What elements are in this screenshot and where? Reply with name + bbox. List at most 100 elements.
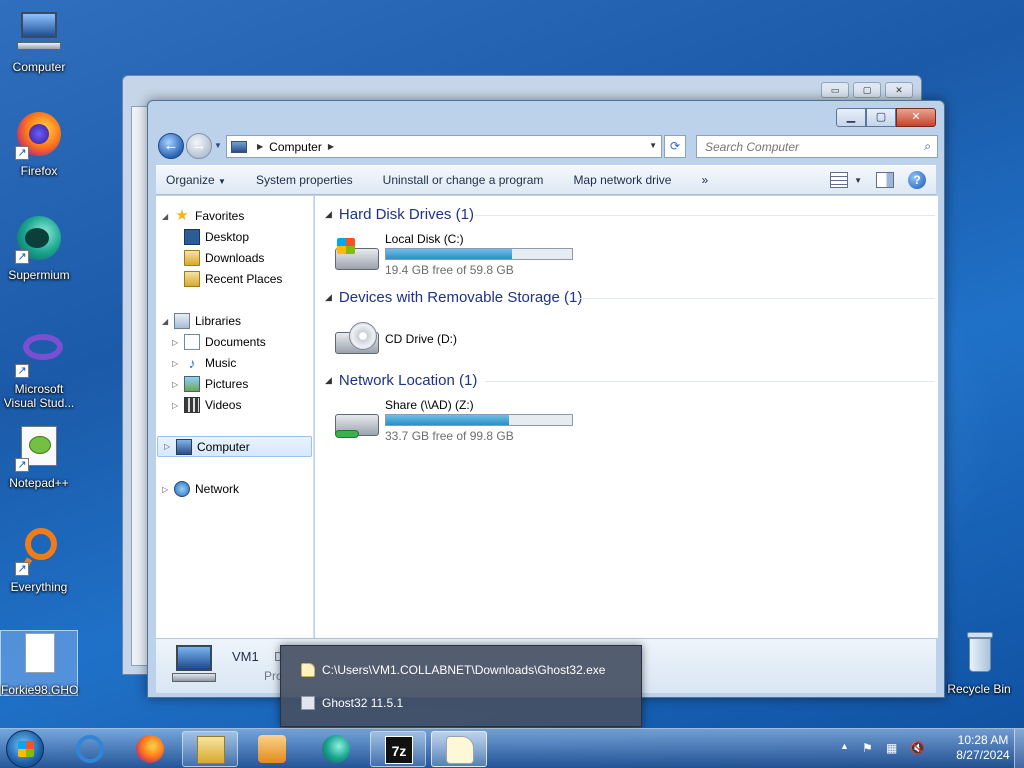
visual-studio-icon: ↗: [15, 330, 63, 378]
tree-item-network[interactable]: ▷ Network: [162, 479, 239, 499]
search-input[interactable]: [697, 136, 907, 157]
maximize-button[interactable]: ▢: [866, 108, 896, 127]
navigation-row: ← → ▼ ▶ Computer ▶ ▼ ⟳ ⌕: [156, 133, 938, 161]
search-icon[interactable]: ⌕: [924, 139, 931, 154]
show-hidden-icons-button[interactable]: ▲: [840, 741, 849, 751]
jump-list-item-file-path[interactable]: C:\Users\VM1.COLLABNET\Downloads\Ghost32…: [301, 663, 605, 677]
drive-free-space: 19.4 GB free of 59.8 GB: [385, 263, 514, 277]
cd-drive-icon: [333, 322, 383, 358]
recent-pages-dropdown[interactable]: ▼: [214, 141, 222, 150]
desktop-icon-label: Everything: [10, 580, 68, 594]
firefox-icon: ↗: [15, 112, 63, 160]
tree-item-favorites[interactable]: ◢ ★ Favorites: [162, 206, 244, 226]
change-view-button[interactable]: ▼: [830, 172, 862, 188]
explorer-window: ▁ ▢ ✕ ← → ▼ ▶ Computer ▶ ▼ ⟳ ⌕ Organize …: [147, 100, 945, 698]
close-icon[interactable]: ✕: [885, 82, 913, 98]
tree-item-pictures[interactable]: ▷ Pictures: [172, 374, 248, 394]
tree-item-label: Pictures: [205, 377, 249, 391]
collapse-arrow-icon[interactable]: ◢: [162, 317, 172, 326]
refresh-button[interactable]: ⟳: [664, 135, 686, 158]
desktop-icon-supermium[interactable]: ↗ Supermium: [0, 216, 78, 282]
tree-item-computer[interactable]: ▷ Computer: [157, 436, 312, 457]
system-properties-button[interactable]: System properties: [256, 173, 353, 187]
taskbar-7zip[interactable]: 7z: [370, 731, 426, 767]
tree-item-label: Computer: [197, 439, 250, 454]
jump-list-item-app[interactable]: Ghost32 11.5.1: [301, 696, 403, 710]
tree-item-libraries[interactable]: ◢ Libraries: [162, 311, 241, 331]
desktop-icon-label: Microsoft Visual Stud...: [3, 382, 75, 410]
show-desktop-button[interactable]: [1014, 729, 1024, 768]
preview-pane-button[interactable]: [876, 172, 894, 188]
shortcut-arrow-icon: ↗: [15, 562, 29, 576]
drive-local-disk-c[interactable]: Local Disk (C:) 19.4 GB free of 59.8 GB: [333, 232, 593, 282]
expand-arrow-icon[interactable]: ▷: [162, 485, 172, 494]
breadcrumb-separator-icon[interactable]: ▶: [257, 142, 263, 151]
minimize-button[interactable]: ▁: [836, 108, 866, 127]
desktop-icon-computer[interactable]: Computer: [0, 8, 78, 74]
expand-arrow-icon[interactable]: ▷: [172, 338, 182, 347]
collapse-arrow-icon[interactable]: ◢: [325, 292, 332, 303]
organize-label: Organize: [166, 173, 215, 187]
help-icon[interactable]: ?: [908, 171, 926, 189]
taskbar-media-player[interactable]: [244, 731, 300, 767]
breadcrumb-separator-icon[interactable]: ▶: [328, 142, 334, 151]
taskbar-ghost32[interactable]: [431, 731, 487, 767]
desktop-icon-forkie98-gho[interactable]: Forkie98.GHO: [0, 630, 78, 697]
tree-item-documents[interactable]: ▷ Documents: [172, 332, 266, 352]
group-header-network-location[interactable]: ◢ Network Location (1): [325, 372, 935, 389]
maximize-icon[interactable]: ▢: [853, 82, 881, 98]
expand-arrow-icon[interactable]: ▷: [172, 380, 182, 389]
group-header-hard-disk-drives[interactable]: ◢ Hard Disk Drives (1): [325, 206, 935, 223]
tree-item-videos[interactable]: ▷ Videos: [172, 395, 241, 415]
group-header-removable-storage[interactable]: ◢ Devices with Removable Storage (1): [325, 289, 935, 306]
collapse-arrow-icon[interactable]: ◢: [325, 209, 332, 220]
tree-item-label: Favorites: [195, 209, 245, 223]
drive-cd-d[interactable]: CD Drive (D:): [333, 316, 533, 366]
clock[interactable]: 10:28 AM 8/27/2024: [952, 733, 1014, 763]
desktop-icon: [184, 229, 200, 245]
address-bar[interactable]: ▶ Computer ▶ ▼: [226, 135, 662, 158]
taskbar-supermium[interactable]: [308, 731, 364, 767]
taskbar-firefox[interactable]: [122, 731, 178, 767]
action-center-flag-icon[interactable]: ⚑: [862, 741, 876, 755]
tree-item-music[interactable]: ▷ ♪ Music: [172, 353, 236, 373]
desktop-icon-notepadpp[interactable]: ↗ Notepad++: [0, 424, 78, 490]
taskbar-internet-explorer[interactable]: [62, 731, 118, 767]
volume-muted-icon[interactable]: 🔇: [910, 741, 925, 755]
back-button[interactable]: ←: [158, 133, 184, 159]
taskbar-windows-explorer[interactable]: [182, 731, 238, 767]
collapse-arrow-icon[interactable]: ◢: [162, 212, 172, 221]
more-commands-button[interactable]: »: [701, 173, 708, 187]
expand-arrow-icon[interactable]: ▷: [172, 359, 182, 368]
desktop-icon-recycle-bin[interactable]: Recycle Bin: [940, 630, 1018, 696]
address-dropdown-icon[interactable]: ▼: [649, 141, 657, 150]
desktop-icon-visual-studio[interactable]: ↗ Microsoft Visual Stud...: [0, 330, 78, 410]
expand-arrow-icon[interactable]: ▷: [164, 442, 174, 451]
network-tray-icon[interactable]: ▦: [886, 741, 900, 755]
desktop-icon-everything[interactable]: ↗ Everything: [0, 528, 78, 594]
map-network-drive-button[interactable]: Map network drive: [573, 173, 671, 187]
drive-share-z[interactable]: Share (\\AD) (Z:) 33.7 GB free of 99.8 G…: [333, 398, 593, 448]
group-title: Hard Disk Drives (1): [338, 206, 474, 223]
uninstall-program-button[interactable]: Uninstall or change a program: [383, 173, 544, 187]
view-tools: ▼ ?: [830, 171, 926, 189]
collapse-arrow-icon[interactable]: ◢: [325, 375, 332, 386]
expand-arrow-icon[interactable]: ▷: [172, 401, 182, 410]
desktop-icon-firefox[interactable]: ↗ Firefox: [0, 112, 78, 178]
forward-button[interactable]: →: [186, 133, 212, 159]
supermium-icon: ↗: [15, 216, 63, 264]
tree-item-desktop[interactable]: Desktop: [184, 227, 249, 247]
search-box[interactable]: ⌕: [696, 135, 938, 158]
minimize-icon[interactable]: ▭: [821, 82, 849, 98]
close-button[interactable]: ✕: [896, 108, 936, 127]
tree-item-downloads[interactable]: Downloads: [184, 248, 264, 268]
organize-menu-button[interactable]: Organize ▼: [166, 173, 226, 187]
drive-name: Local Disk (C:): [385, 232, 464, 246]
documents-icon: [184, 334, 200, 350]
group-divider: [485, 381, 935, 382]
tree-item-recent-places[interactable]: Recent Places: [184, 269, 282, 289]
breadcrumb-computer[interactable]: Computer: [269, 140, 322, 154]
dropdown-arrow-icon: ▼: [218, 177, 226, 186]
notepadpp-icon: ↗: [15, 424, 63, 472]
start-button[interactable]: [6, 730, 44, 768]
